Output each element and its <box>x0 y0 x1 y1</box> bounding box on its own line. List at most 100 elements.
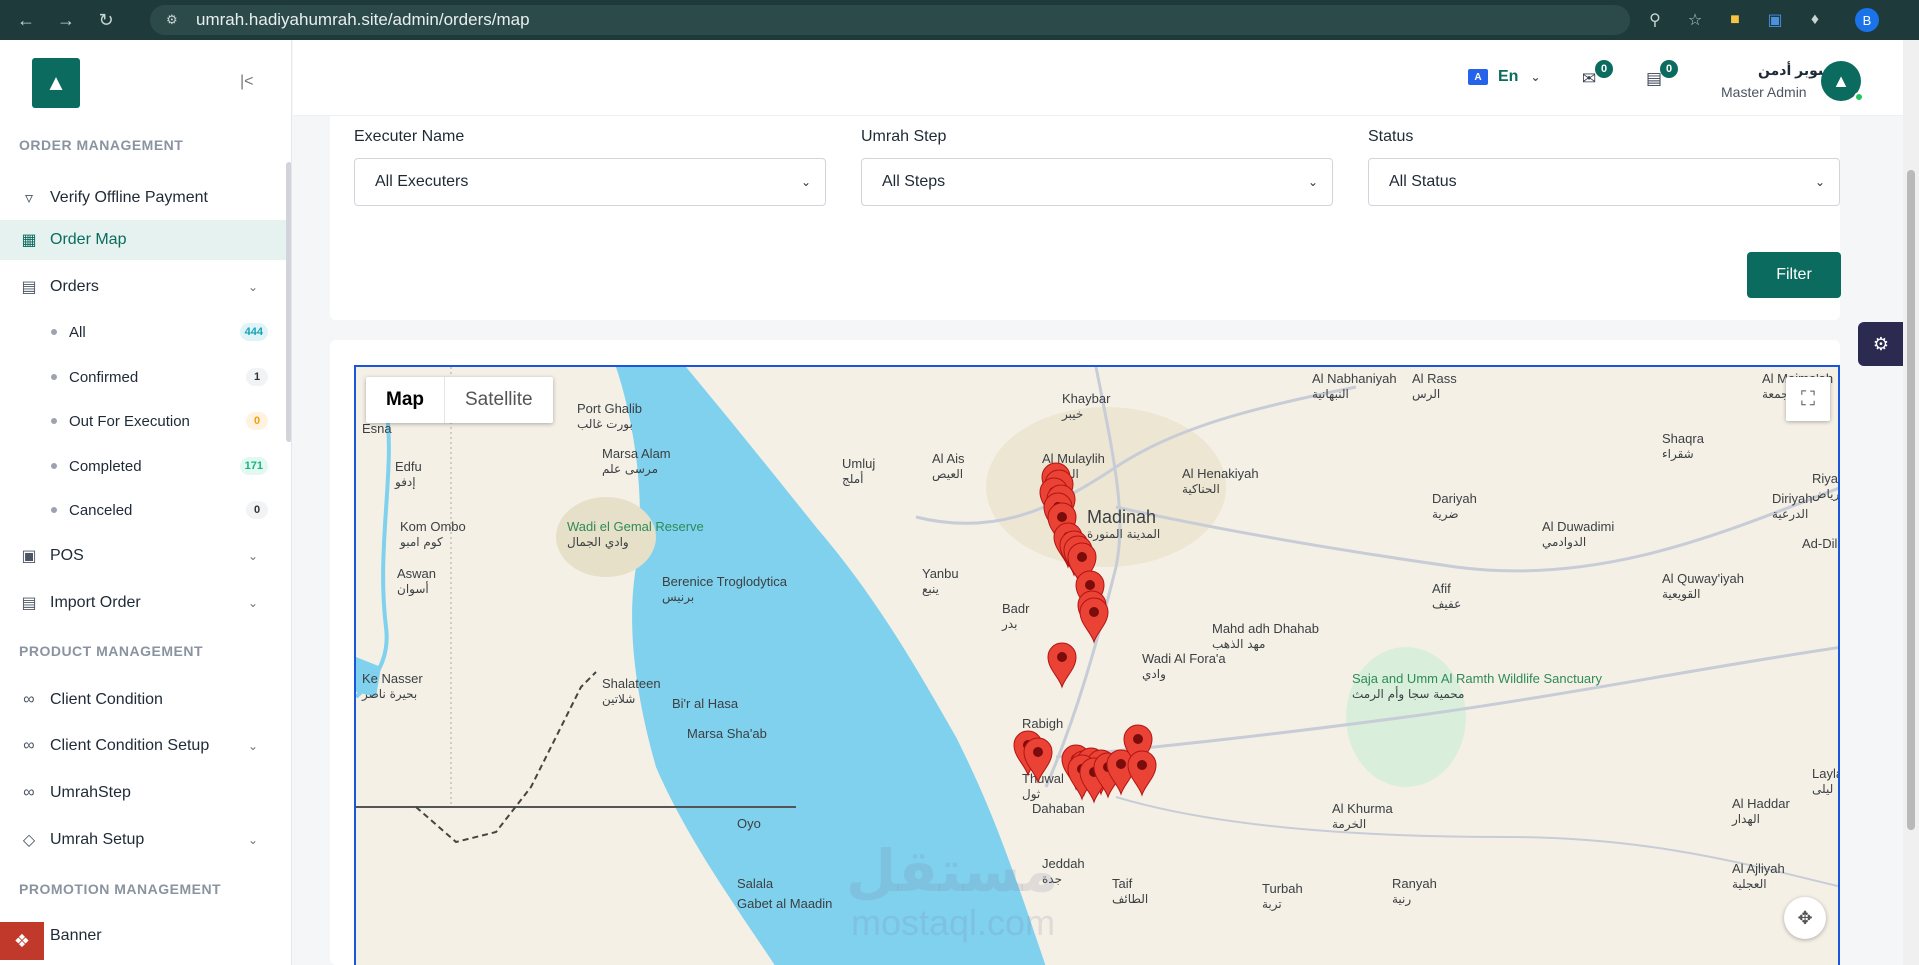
place-label-ar: العجلية <box>1732 877 1767 891</box>
debugbar-icon[interactable]: ❖ <box>0 922 44 960</box>
nile-river <box>356 406 391 699</box>
sidebar-subitem-all[interactable]: All 444 <box>0 314 286 350</box>
basket-icon: ▿ <box>24 190 34 207</box>
place-label: Al Duwadimi <box>1542 519 1614 534</box>
place-label-ar: خيبر <box>1061 407 1083 422</box>
place-label: Mahd adh Dhahab <box>1212 621 1319 636</box>
place-label-ar: مهد الذهب <box>1212 637 1265 651</box>
map-type-satellite-button[interactable]: Satellite <box>445 377 553 423</box>
sidebar-collapse-icon[interactable]: |< <box>240 73 254 91</box>
place-label: Al Haddar <box>1732 796 1790 811</box>
place-label-ar: ليلى <box>1812 782 1833 796</box>
place-labels: Khaybarخيبر Port Ghalibبورت غالب Esna Marsa… <box>361 371 1840 912</box>
disputed-border <box>415 671 597 844</box>
place-label: Shaqra <box>1662 431 1705 446</box>
site-info-icon[interactable]: ⚙ <box>166 12 182 28</box>
user-role: Master Admin <box>1721 84 1807 100</box>
chevron-down-icon: ⌄ <box>248 833 259 847</box>
sidebar-item-umrah-step[interactable]: ∞ UmrahStep <box>0 773 286 813</box>
app-logo[interactable]: ▲ <box>32 58 80 108</box>
place-label: Esna <box>362 421 392 436</box>
puzzle-icon[interactable]: ♦ <box>1805 10 1825 30</box>
place-label: Edfu <box>395 459 422 474</box>
bullet-icon <box>51 374 57 380</box>
order-marker-pin[interactable] <box>1047 642 1077 689</box>
place-label: Umluj <box>842 456 875 471</box>
sidebar-item-client-condition[interactable]: ∞ Client Condition <box>0 680 286 720</box>
place-label: Port Ghalib <box>577 401 642 416</box>
order-marker-pin[interactable] <box>1079 597 1109 644</box>
sidebar-item-pos[interactable]: ▣ POS ⌄ <box>0 536 286 576</box>
place-label: Riya <box>1812 471 1839 486</box>
forward-icon[interactable]: → <box>52 6 80 34</box>
place-label-ar: القويعية <box>1662 587 1700 602</box>
sidebar-item-umrah-setup[interactable]: ◇ Umrah Setup ⌄ <box>0 820 286 860</box>
place-label: Wadi el Gemal Reserve <box>567 519 704 534</box>
link-icon: ∞ <box>23 784 35 801</box>
place-label-ar: الحناكية <box>1182 482 1220 496</box>
executer-select[interactable]: All Executers ⌄ <box>354 158 826 206</box>
docs-icon[interactable]: ▣ <box>1765 10 1785 30</box>
filter-button[interactable]: Filter <box>1747 252 1841 298</box>
place-label-ar: مرسى علم <box>602 462 658 477</box>
chevron-down-icon: ⌄ <box>800 175 811 189</box>
page-scrollbar[interactable] <box>1903 40 1919 965</box>
bookmark-star-icon[interactable]: ☆ <box>1685 10 1705 30</box>
link-icon: ∞ <box>23 691 35 708</box>
map-type-map-button[interactable]: Map <box>366 377 445 423</box>
place-label-ar: بدر <box>1001 617 1017 632</box>
sidebar-subitem-out-for-execution[interactable]: Out For Execution 0 <box>0 403 286 439</box>
place-label-ar: وادي <box>1142 667 1166 682</box>
place-label-ar: المدينة المنورة <box>1087 527 1160 542</box>
place-label: Al Rass <box>1412 371 1457 386</box>
place-label: Al Ajliyah <box>1732 861 1785 876</box>
sidebar-item-order-map[interactable]: ▦ Order Map <box>0 220 286 260</box>
language-switcher[interactable]: A En ⌄ <box>1468 68 1541 86</box>
sidebar-subitem-canceled[interactable]: Canceled 0 <box>0 492 286 528</box>
sidebar-subitem-confirmed[interactable]: Confirmed 1 <box>0 359 286 395</box>
place-label-ar: الخرمة <box>1332 817 1366 832</box>
bag-icon: ▣ <box>21 548 37 565</box>
zoom-icon[interactable]: ⚲ <box>1645 10 1665 30</box>
bullet-icon <box>51 418 57 424</box>
place-label: Khaybar <box>1062 391 1111 406</box>
umrah-step-select[interactable]: All Steps ⌄ <box>861 158 1333 206</box>
order-map[interactable]: Khaybar خيبر Port Ghalib بورت غالب Esna Marsa… <box>354 365 1840 965</box>
place-label-ar: رياض <box>1812 487 1840 502</box>
count-badge: 1 <box>246 368 268 386</box>
top-header: A En ⌄ ✉ 0 ▤ 0 سوبر أدمن Master Admin ▲ <box>293 40 1903 116</box>
sidebar-item-import-order[interactable]: ▤ Import Order ⌄ <box>0 583 286 623</box>
order-marker-pin[interactable] <box>1127 750 1157 797</box>
camera-control-icon[interactable]: ✥ <box>1784 897 1826 939</box>
place-label: Shalateen <box>602 676 661 691</box>
place-label-ar: الدوادمي <box>1542 535 1586 550</box>
gear-icon[interactable]: ⚙ <box>1858 322 1904 366</box>
status-label: Status <box>1368 128 1414 145</box>
sidebar-scrollbar[interactable] <box>286 162 291 442</box>
cart-count-badge: 0 <box>1660 60 1678 78</box>
section-promotion-management: PROMOTION MANAGEMENT <box>19 881 222 897</box>
sidebar-subitem-completed[interactable]: Completed 171 <box>0 448 286 484</box>
scrollbar-thumb[interactable] <box>1907 170 1915 830</box>
translate-icon: A <box>1468 69 1488 85</box>
chevron-down-icon: ⌄ <box>1307 175 1318 189</box>
sidebar-item-client-condition-setup[interactable]: ∞ Client Condition Setup ⌄ <box>0 726 286 766</box>
reload-icon[interactable]: ↻ <box>92 6 120 34</box>
status-select[interactable]: All Status ⌄ <box>1368 158 1840 206</box>
online-status-dot <box>1854 92 1864 102</box>
extension-icon[interactable]: ■ <box>1725 10 1745 30</box>
place-label-ar: ينبع <box>922 582 939 596</box>
fullscreen-icon[interactable]: ⛶ <box>1786 377 1830 421</box>
sidebar-item-verify-offline-payment[interactable]: ▿ Verify Offline Payment <box>0 178 286 218</box>
back-icon[interactable]: ← <box>12 6 40 34</box>
address-bar[interactable]: ⚙ umrah.hadiyahumrah.site/admin/orders/m… <box>150 5 1630 35</box>
profile-avatar[interactable]: B <box>1855 8 1879 32</box>
sidebar-item-orders[interactable]: ▤ Orders ⌄ <box>0 267 286 307</box>
chevron-down-icon: ⌄ <box>248 549 259 563</box>
map-canvas[interactable]: Khaybarخيبر Port Ghalibبورت غالب Esna Marsa… <box>356 367 1840 965</box>
place-label: Layla <box>1812 766 1840 781</box>
watermark-text: مستقل <box>846 839 1059 904</box>
place-label: Ke Nasser <box>362 671 423 686</box>
watermark-text-en: mostaql.com <box>851 902 1056 943</box>
place-label-ar: رنية <box>1392 892 1411 907</box>
